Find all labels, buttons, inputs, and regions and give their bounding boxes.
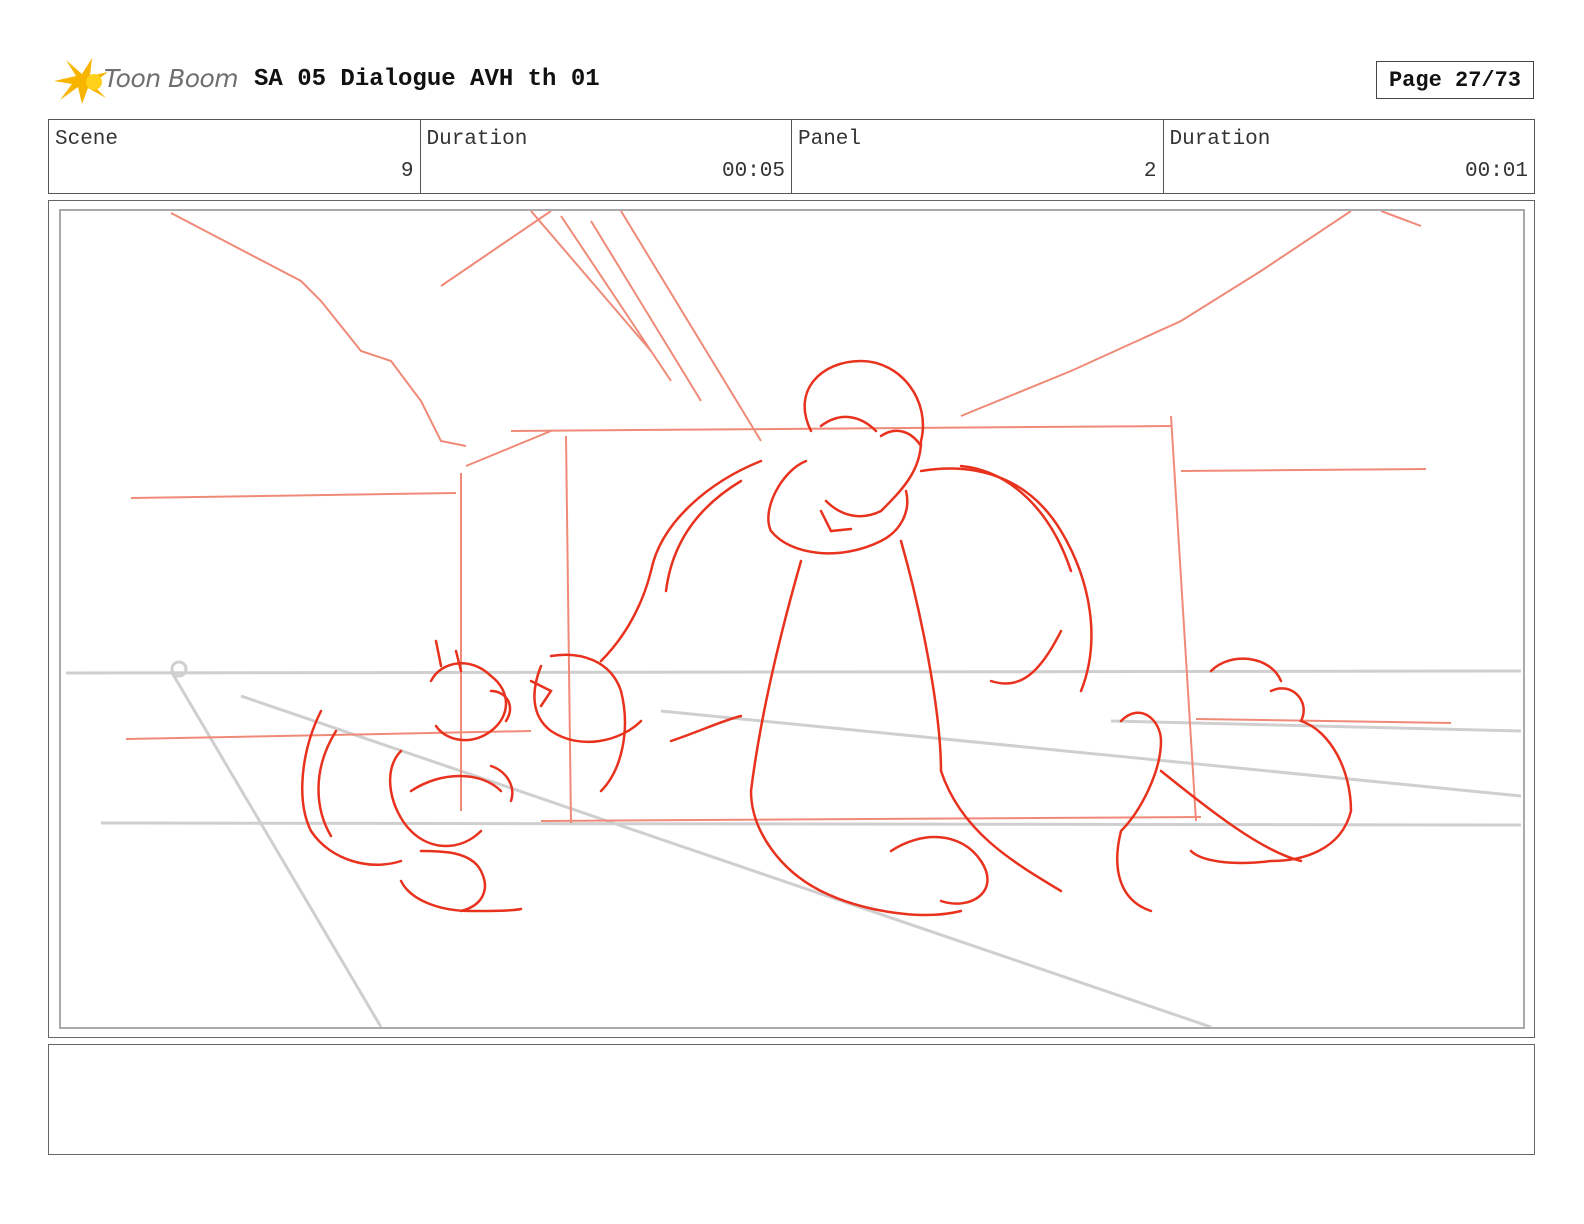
panel-duration-value: 00:01 <box>1464 160 1528 183</box>
scene-cell: Scene 9 <box>49 120 421 193</box>
scene-value: 9 <box>400 160 414 183</box>
sketch-drawing <box>65 211 1522 1027</box>
brand-name: Toon Boom <box>104 64 239 93</box>
panel-cell: Panel 2 <box>792 120 1164 193</box>
page-indicator: Page 27/73 <box>1376 61 1534 99</box>
scene-duration-label: Duration <box>426 128 528 151</box>
scene-duration-value: 00:05 <box>721 160 785 183</box>
scene-duration-cell: Duration 00:05 <box>421 120 792 193</box>
scene-label: Scene <box>55 128 119 151</box>
room-lines <box>125 211 1452 824</box>
panel-notes-box <box>48 1044 1535 1155</box>
small-character-sketch <box>301 639 523 913</box>
panel-duration-cell: Duration 00:01 <box>1164 120 1535 193</box>
document-title: SA 05 Dialogue AVH th 01 <box>254 66 600 93</box>
starburst-icon <box>54 58 108 104</box>
gorilla-sketch <box>529 359 1353 917</box>
panel-value: 2 <box>1143 160 1157 183</box>
panel-artwork <box>59 209 1525 1029</box>
scene-info-table: Scene 9 Duration 00:05 Panel 2 Duration … <box>48 119 1535 194</box>
panel-duration-label: Duration <box>1169 128 1271 151</box>
storyboard-panel <box>48 200 1535 1038</box>
panel-label: Panel <box>798 128 862 151</box>
